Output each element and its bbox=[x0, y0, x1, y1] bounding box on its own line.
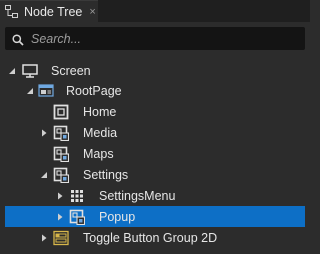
tab-node-tree[interactable]: Node Tree × bbox=[0, 0, 98, 22]
tree-item-home[interactable]: Home bbox=[0, 101, 310, 122]
node-tree-icon bbox=[5, 5, 18, 18]
component-node-icon bbox=[53, 167, 70, 183]
expand-arrow-icon[interactable] bbox=[56, 213, 64, 221]
tree-item-label: Screen bbox=[51, 63, 91, 78]
tree-item-settings[interactable]: Settings bbox=[0, 164, 310, 185]
tree-item-label: RootPage bbox=[66, 83, 122, 98]
page-icon bbox=[38, 83, 54, 99]
tree-item-label: Home bbox=[83, 104, 117, 119]
tab-label: Node Tree bbox=[24, 4, 83, 19]
tree-item-label: Maps bbox=[83, 146, 114, 161]
tree-item-toggle-button-group-2d[interactable]: Toggle Button Group 2D bbox=[0, 227, 310, 248]
expand-arrow-icon[interactable] bbox=[56, 192, 64, 200]
node-icon bbox=[53, 104, 69, 120]
tree-item-rootpage[interactable]: RootPage bbox=[0, 80, 310, 101]
grid-icon bbox=[69, 188, 85, 204]
tree-item-maps[interactable]: Maps bbox=[0, 143, 310, 164]
tab-bar: Node Tree × bbox=[0, 0, 310, 22]
collapse-arrow-icon[interactable] bbox=[8, 67, 16, 75]
tree-item-label: Settings bbox=[83, 167, 129, 182]
close-icon[interactable]: × bbox=[89, 6, 95, 18]
tree-item-label: Popup bbox=[99, 209, 136, 224]
expand-arrow-icon[interactable] bbox=[40, 234, 48, 242]
search-input[interactable]: Search... bbox=[31, 32, 81, 46]
tree-item-media[interactable]: Media bbox=[0, 122, 310, 143]
component-node-icon bbox=[53, 125, 70, 141]
component-node-icon bbox=[53, 146, 70, 162]
search-icon bbox=[12, 33, 24, 46]
tree-item-label: Toggle Button Group 2D bbox=[83, 230, 218, 245]
toggle-group-icon bbox=[53, 230, 69, 246]
tree-item-screen[interactable]: Screen bbox=[0, 60, 310, 81]
component-node-icon bbox=[69, 209, 86, 225]
tree-item-settingsmenu[interactable]: SettingsMenu bbox=[0, 185, 310, 206]
monitor-icon bbox=[22, 63, 38, 79]
collapse-arrow-icon[interactable] bbox=[26, 87, 34, 95]
tree-item-label: SettingsMenu bbox=[99, 188, 176, 203]
search-field[interactable]: Search... bbox=[5, 27, 305, 50]
tree-item-label: Media bbox=[83, 125, 118, 140]
tree-item-popup[interactable]: Popup bbox=[5, 206, 305, 227]
expand-arrow-icon[interactable] bbox=[40, 129, 48, 137]
collapse-arrow-icon[interactable] bbox=[40, 171, 48, 179]
